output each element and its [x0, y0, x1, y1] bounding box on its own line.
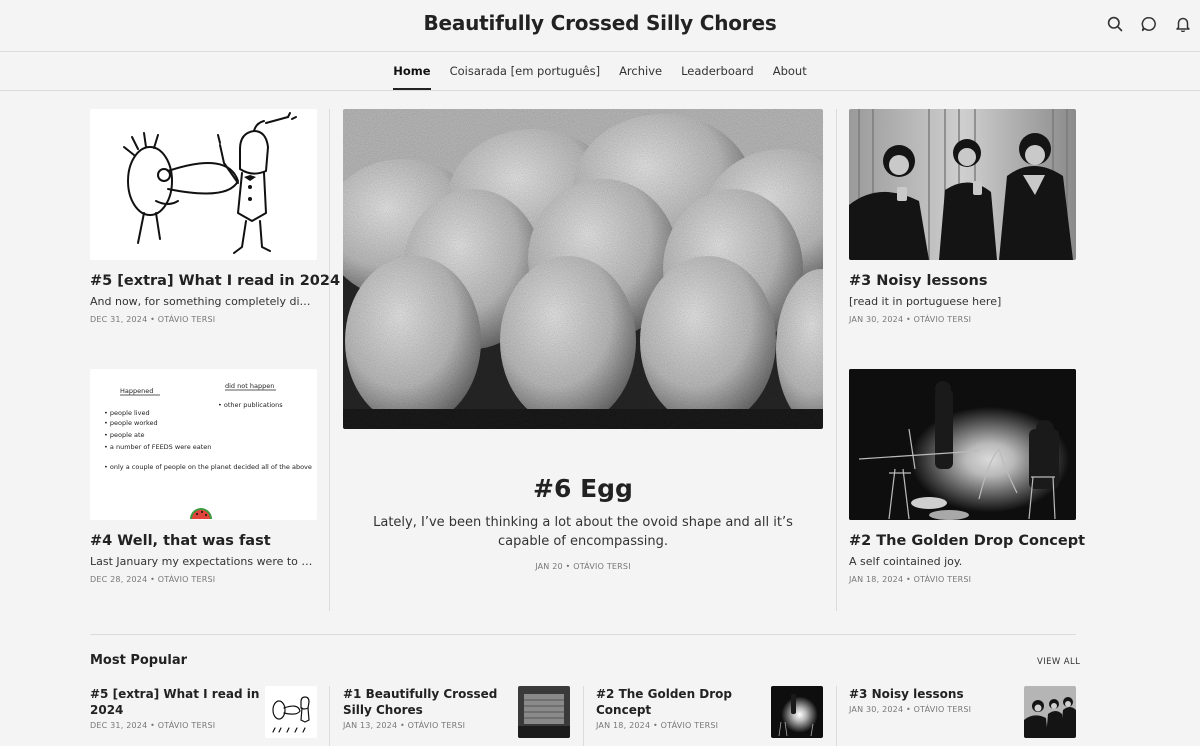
popular-item-meta: DEC 31, 2024 • OTÁVIO TERSI: [90, 721, 216, 730]
svg-text:• a number of FEEDS were eaten: • a number of FEEDS were eaten: [104, 443, 211, 451]
svg-text:• people ate: • people ate: [104, 431, 145, 439]
column-divider: [836, 109, 837, 611]
featured-meta: JAN 20 • OTÁVIO TERSI: [535, 562, 631, 571]
nav-about[interactable]: About: [763, 52, 816, 90]
svg-text:• only a couple of people on t: • only a couple of people on the planet …: [104, 463, 312, 471]
popular-item-title[interactable]: #5 [extra] What I read in 2024: [90, 686, 260, 718]
post-title[interactable]: #5 [extra] What I read in 2024: [90, 273, 340, 289]
popular-item[interactable]: #5 [extra] What I read in 2024 DEC 31, 2…: [90, 686, 317, 746]
svg-text:did not happen: did not happen: [225, 382, 274, 390]
view-all-link[interactable]: VIEW ALL: [1037, 657, 1080, 667]
featured-subtitle: Lately, I’ve been thinking a lot about t…: [373, 515, 793, 549]
site-title[interactable]: Beautifully Crossed Silly Chores: [0, 11, 1200, 35]
post-meta: DEC 28, 2024 • OTÁVIO TERSI: [90, 575, 216, 584]
post-meta: JAN 30, 2024 • OTÁVIO TERSI: [849, 315, 972, 324]
site-header: Beautifully Crossed Silly Chores: [0, 0, 1200, 52]
svg-text:• other publications: • other publications: [218, 401, 283, 409]
popular-item-title[interactable]: #1 Beautifully Crossed Silly Chores: [343, 686, 513, 718]
popular-divider: [329, 686, 330, 746]
popular-divider: [583, 686, 584, 746]
featured-image[interactable]: [343, 109, 823, 429]
popular-item[interactable]: #3 Noisy lessons JAN 30, 2024 • OTÁVIO T…: [849, 686, 1076, 746]
popular-item[interactable]: #1 Beautifully Crossed Silly Chores JAN …: [343, 686, 570, 746]
popular-item-title[interactable]: #2 The Golden Drop Concept: [596, 686, 771, 718]
popular-item-meta: JAN 18, 2024 • OTÁVIO TERSI: [596, 721, 719, 730]
featured-title[interactable]: #6 Egg: [343, 474, 823, 503]
post-meta: JAN 18, 2024 • OTÁVIO TERSI: [849, 575, 972, 584]
popular-item[interactable]: #2 The Golden Drop Concept JAN 18, 2024 …: [596, 686, 823, 746]
post-thumbnail[interactable]: [849, 369, 1076, 520]
post-title[interactable]: #4 Well, that was fast: [90, 533, 317, 549]
post-title[interactable]: #3 Noisy lessons: [849, 273, 1076, 289]
popular-item-thumbnail[interactable]: [1024, 686, 1076, 738]
featured-post[interactable]: #6 Egg Lately, I’ve been thinking a lot …: [343, 109, 823, 571]
popular-item-thumbnail[interactable]: [518, 686, 570, 738]
post-thumbnail[interactable]: Happened did not happen • people lived •…: [90, 369, 317, 520]
nav-home[interactable]: Home: [384, 52, 440, 90]
post-subtitle: Last January my expectations were to pok…: [90, 555, 317, 568]
post-title[interactable]: #2 The Golden Drop Concept: [849, 533, 1085, 549]
nav-coisarada[interactable]: Coisarada [em português]: [440, 52, 610, 90]
column-divider: [329, 109, 330, 611]
post-card[interactable]: Happened did not happen • people lived •…: [90, 369, 317, 584]
post-meta: DEC 31, 2024 • OTÁVIO TERSI: [90, 315, 216, 324]
post-subtitle: And now, for something completely differ…: [90, 295, 317, 308]
nav-archive[interactable]: Archive: [610, 52, 672, 90]
post-card[interactable]: #3 Noisy lessons [read it in portuguese …: [849, 109, 1076, 324]
main-nav: Home Coisarada [em português] Archive Le…: [0, 52, 1200, 91]
bell-icon[interactable]: [1166, 14, 1200, 34]
nav-leaderboard[interactable]: Leaderboard: [672, 52, 764, 90]
header-actions: [1098, 14, 1200, 34]
post-thumbnail[interactable]: [849, 109, 1076, 260]
chat-icon[interactable]: [1132, 14, 1166, 34]
post-subtitle: A self cointained joy.: [849, 555, 963, 568]
popular-item-meta: JAN 13, 2024 • OTÁVIO TERSI: [343, 721, 466, 730]
svg-text:Happened: Happened: [120, 387, 153, 395]
search-icon[interactable]: [1098, 14, 1132, 34]
popular-item-thumbnail[interactable]: [265, 686, 317, 738]
popular-divider: [836, 686, 837, 746]
popular-item-thumbnail[interactable]: [771, 686, 823, 738]
svg-text:• people lived: • people lived: [104, 409, 150, 417]
popular-item-title[interactable]: #3 Noisy lessons: [849, 686, 1019, 702]
post-thumbnail[interactable]: [90, 109, 317, 260]
post-subtitle: [read it in portuguese here]: [849, 295, 1002, 308]
svg-text:• people worked: • people worked: [104, 419, 158, 427]
popular-item-meta: JAN 30, 2024 • OTÁVIO TERSI: [849, 705, 972, 714]
most-popular-heading: Most Popular: [90, 653, 188, 668]
section-divider: [90, 634, 1076, 635]
post-card[interactable]: #2 The Golden Drop Concept A self cointa…: [849, 369, 1085, 584]
post-card[interactable]: #5 [extra] What I read in 2024 And now, …: [90, 109, 340, 324]
